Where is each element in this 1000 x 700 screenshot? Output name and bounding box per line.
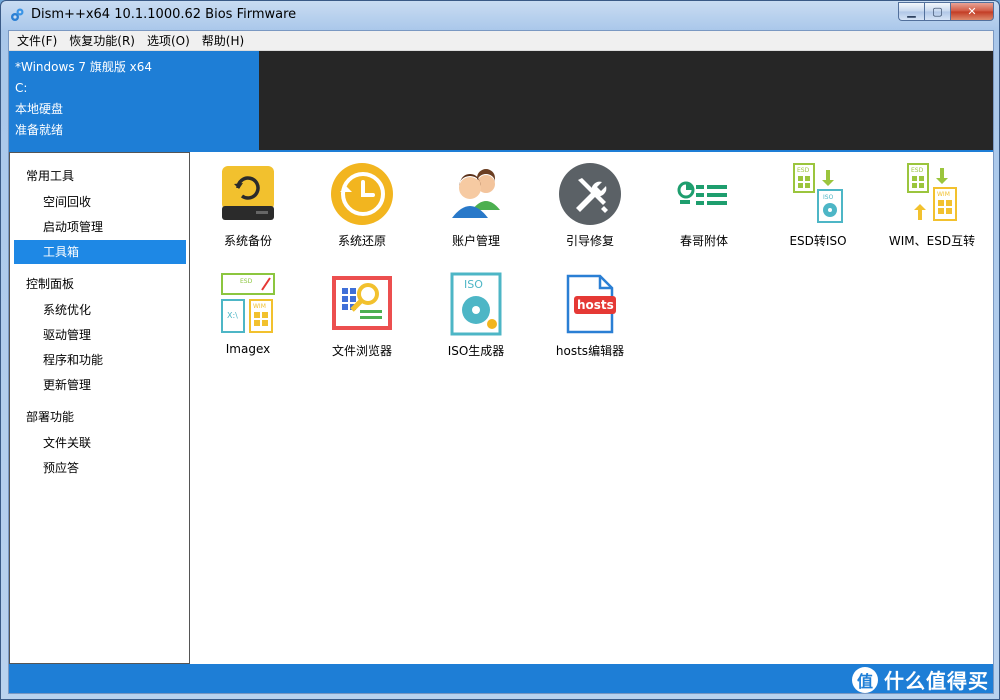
sidebar-item-file-association[interactable]: 文件关联: [14, 431, 186, 455]
tool-label: hosts编辑器: [555, 344, 625, 358]
menu-help[interactable]: 帮助(H): [196, 31, 250, 51]
os-label: *Windows 7 旗舰版 x64: [15, 60, 153, 74]
tool-label: ESD转ISO: [789, 234, 847, 248]
title-bar[interactable]: Dism++x64 10.1.1000.62 Bios Firmware ▁ ▢…: [1, 1, 999, 29]
sidebar-item-pre-answer[interactable]: 预应答: [14, 456, 186, 480]
sidebar-item-system-optimize[interactable]: 系统优化: [14, 298, 186, 322]
client-area: 文件(F) 恢复功能(R) 选项(O) 帮助(H) *Windows 7 旗舰版…: [8, 30, 994, 694]
clock-restore-icon: [331, 163, 393, 225]
tool-hosts-editor[interactable]: hosts hosts编辑器: [533, 268, 647, 368]
tool-label: 引导修复: [565, 234, 614, 248]
tool-wim-esd-convert[interactable]: ESD WIM WIM、ESD互转: [875, 158, 989, 258]
svg-text:ESD: ESD: [240, 278, 253, 285]
users-icon: [452, 169, 500, 218]
minimize-icon: ▁: [907, 5, 916, 18]
watermark-logo-icon: 值: [852, 666, 878, 693]
sidebar-item-driver-manager[interactable]: 驱动管理: [14, 323, 186, 347]
session-info-panel[interactable]: *Windows 7 旗舰版 x64 C: 本地硬盘 准备就绪: [9, 51, 259, 150]
dark-banner: [259, 51, 993, 150]
sidebar-item-programs-features[interactable]: 程序和功能: [14, 348, 186, 372]
hosts-file-icon: hosts: [566, 274, 616, 334]
app-window: Dism++x64 10.1.1000.62 Bios Firmware ▁ ▢…: [0, 0, 1000, 700]
sidebar-group-control-panel[interactable]: 控制面板: [10, 271, 189, 297]
toolbox-grid: 系统备份 系统还原 账户管理 引导修复 春哥附体 ESD ISO ESD转ISO…: [191, 152, 993, 664]
sidebar-item-space-reclaim[interactable]: 空间回收: [14, 190, 186, 214]
svg-text:WIM: WIM: [937, 191, 950, 198]
status-bar: 值 什么值得买: [9, 664, 993, 693]
tool-label: Imagex: [225, 342, 271, 356]
menu-options[interactable]: 选项(O): [141, 31, 196, 51]
iso-disc-icon: ISO: [450, 272, 502, 336]
imagex-icon: ESD X:\ WIM: [221, 273, 275, 333]
svg-text:ESD: ESD: [797, 167, 810, 174]
list-chart-icon: [677, 181, 727, 205]
tool-system-restore[interactable]: 系统还原: [305, 158, 419, 258]
maximize-button[interactable]: ▢: [924, 2, 950, 21]
wim-esd-icon: ESD WIM: [907, 163, 957, 221]
file-browser-icon: [332, 276, 392, 330]
tool-esd-to-iso[interactable]: ESD ISO ESD转ISO: [761, 158, 875, 258]
tool-system-backup[interactable]: 系统备份: [191, 158, 305, 258]
sidebar-item-startup-manager[interactable]: 启动项管理: [14, 215, 186, 239]
wrench-screwdriver-icon: [559, 163, 621, 225]
svg-text:hosts: hosts: [577, 298, 614, 312]
sidebar-item-toolbox[interactable]: 工具箱: [14, 240, 186, 264]
sidebar: 常用工具 空间回收 启动项管理 工具箱 控制面板 系统优化 驱动管理 程序和功能…: [9, 152, 190, 664]
tool-account-manager[interactable]: 账户管理: [419, 158, 533, 258]
svg-text:ISO: ISO: [464, 278, 483, 291]
close-button[interactable]: ✕: [950, 2, 994, 21]
gear-app-icon: [11, 8, 24, 21]
maximize-icon: ▢: [932, 5, 943, 18]
tool-label: 系统备份: [223, 234, 272, 248]
svg-text:ESD: ESD: [911, 167, 924, 174]
menu-bar: 文件(F) 恢复功能(R) 选项(O) 帮助(H): [9, 31, 993, 51]
tool-label: 文件浏览器: [331, 344, 392, 358]
disk-type-label: 本地硬盘: [15, 102, 64, 116]
close-icon: ✕: [967, 5, 977, 18]
sidebar-group-deployment[interactable]: 部署功能: [10, 404, 189, 430]
window-title: Dism++x64 10.1.1000.62 Bios Firmware: [31, 7, 297, 22]
menu-file[interactable]: 文件(F): [11, 31, 63, 51]
watermark: 值 什么值得买: [852, 664, 989, 693]
status-label: 准备就绪: [15, 123, 64, 137]
svg-text:WIM: WIM: [253, 303, 266, 310]
tool-imagex[interactable]: ESD X:\ WIM Imagex: [191, 268, 305, 368]
tool-label: 春哥附体: [679, 234, 728, 248]
tool-label: WIM、ESD互转: [888, 234, 976, 248]
esd-iso-icon: ESD ISO: [793, 163, 843, 223]
tool-file-browser[interactable]: 文件浏览器: [305, 268, 419, 368]
minimize-button[interactable]: ▁: [898, 2, 924, 21]
sidebar-group-common-tools[interactable]: 常用工具: [10, 163, 189, 189]
tool-label: ISO生成器: [447, 344, 505, 358]
tool-boot-repair[interactable]: 引导修复: [533, 158, 647, 258]
svg-text:ISO: ISO: [823, 194, 834, 201]
svg-text:X:\: X:\: [227, 311, 238, 320]
menu-restore[interactable]: 恢复功能(R): [63, 31, 141, 51]
tool-label: 系统还原: [337, 234, 386, 248]
tool-label: 账户管理: [451, 234, 500, 248]
drive-label: C:: [15, 81, 28, 95]
drive-backup-icon: [222, 166, 274, 220]
tool-chunge-futi[interactable]: 春哥附体: [647, 158, 761, 258]
sidebar-item-update-manager[interactable]: 更新管理: [14, 373, 186, 397]
tool-iso-builder[interactable]: ISO ISO生成器: [419, 268, 533, 368]
watermark-text: 什么值得买: [884, 669, 989, 693]
